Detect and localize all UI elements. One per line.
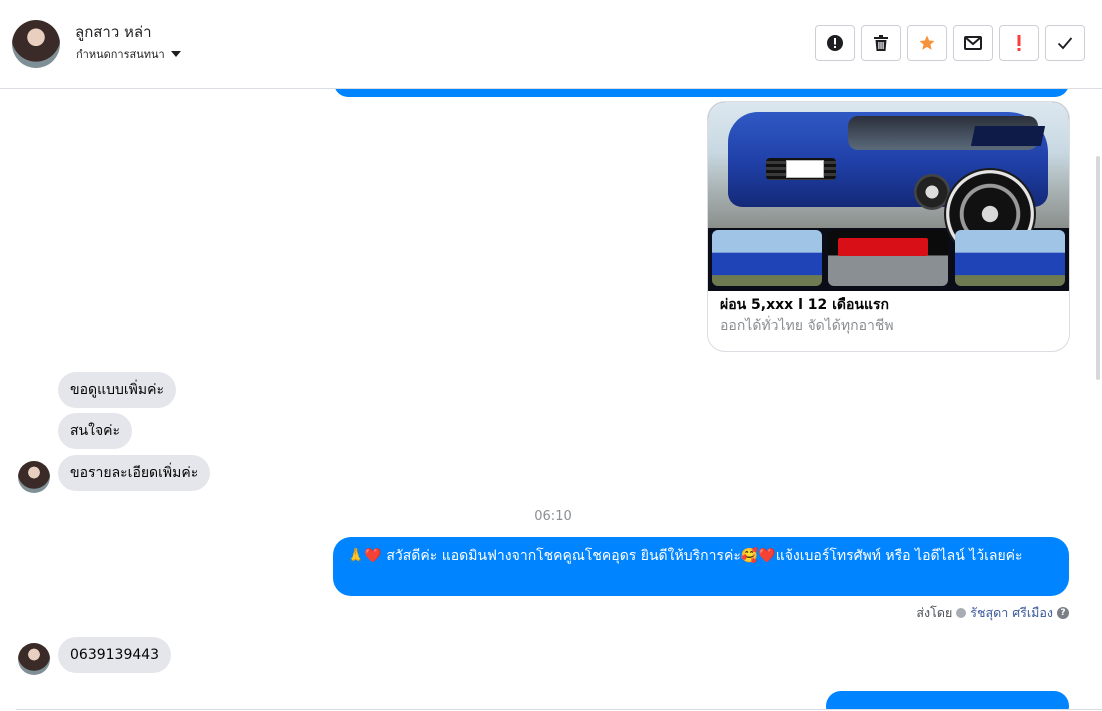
thumb-promo-center	[828, 230, 948, 286]
sender-avatar[interactable]	[18, 461, 50, 493]
check-icon	[1057, 37, 1073, 50]
conversation-header: ลูกสาว หล่า กำหนดการสนทนา	[0, 0, 1102, 89]
outgoing-message-bubble-partial	[334, 89, 1069, 97]
star-button[interactable]	[907, 25, 947, 61]
contact-name[interactable]: ลูกสาว หล่า	[75, 20, 152, 44]
delete-button[interactable]	[861, 25, 901, 61]
exclamation-icon	[1017, 35, 1021, 51]
contact-avatar[interactable]	[12, 20, 60, 68]
trash-icon	[874, 35, 888, 51]
follow-up-button[interactable]	[999, 25, 1039, 61]
assign-label: กำหนดการสนทนา	[76, 48, 165, 61]
link-preview-image	[708, 102, 1069, 291]
sent-by-info: ส่งโดย รัชสุดา ศรีเมือง ?	[916, 603, 1069, 623]
sent-by-label: ส่งโดย	[916, 605, 953, 620]
envelope-icon	[964, 36, 982, 50]
incoming-message-bubble: 0639139443	[58, 637, 172, 673]
incoming-message-bubble: ขอรายละเอียดเพิ่มค่ะ	[58, 455, 211, 491]
header-actions	[815, 25, 1085, 61]
link-preview-subtitle: ออกได้ทั่วไทย จัดได้ทุกอาชีพ	[720, 318, 894, 334]
caret-down-icon	[170, 51, 181, 57]
mark-done-button[interactable]	[1045, 25, 1085, 61]
assign-conversation-dropdown[interactable]: กำหนดการสนทนา	[76, 45, 181, 63]
composer-divider	[16, 709, 1102, 710]
alert-circle-icon	[827, 35, 843, 51]
link-preview-title: ผ่อน 5,xxx l 12 เดือนแรก	[720, 297, 889, 313]
sent-by-agent[interactable]: รัชสุดา ศรีเมือง	[970, 603, 1053, 623]
link-preview-card[interactable]: ผ่อน 5,xxx l 12 เดือนแรก ออกได้ทั่วไทย จ…	[707, 101, 1070, 352]
outgoing-message-bubble: 🙏❤️ สวัสดีค่ะ แอดมินฟางจากโชคคูณโชคอุดร …	[333, 537, 1069, 596]
help-icon[interactable]: ?	[1057, 607, 1069, 619]
mark-unread-button[interactable]	[953, 25, 993, 61]
message-timestamp: 06:10	[534, 509, 572, 524]
incoming-message-bubble: สนใจค่ะ	[58, 413, 133, 449]
agent-icon	[956, 608, 967, 618]
thumb-truck-left	[712, 230, 822, 286]
thumb-truck-right	[955, 230, 1065, 286]
car-hero-image	[708, 102, 1069, 260]
car-plate	[786, 160, 824, 178]
sender-avatar[interactable]	[18, 643, 50, 675]
outgoing-message-bubble-partial	[826, 691, 1069, 709]
star-icon	[919, 35, 935, 50]
report-spam-button[interactable]	[815, 25, 855, 61]
promo-banner	[838, 238, 928, 256]
car-decal	[970, 126, 1046, 146]
incoming-message-bubble: ขอดูแบบเพิ่มค่ะ	[58, 372, 176, 408]
scrollbar[interactable]	[1096, 156, 1100, 380]
message-thread[interactable]: ผ่อน 5,xxx l 12 เดือนแรก ออกได้ทั่วไทย จ…	[0, 89, 1102, 709]
